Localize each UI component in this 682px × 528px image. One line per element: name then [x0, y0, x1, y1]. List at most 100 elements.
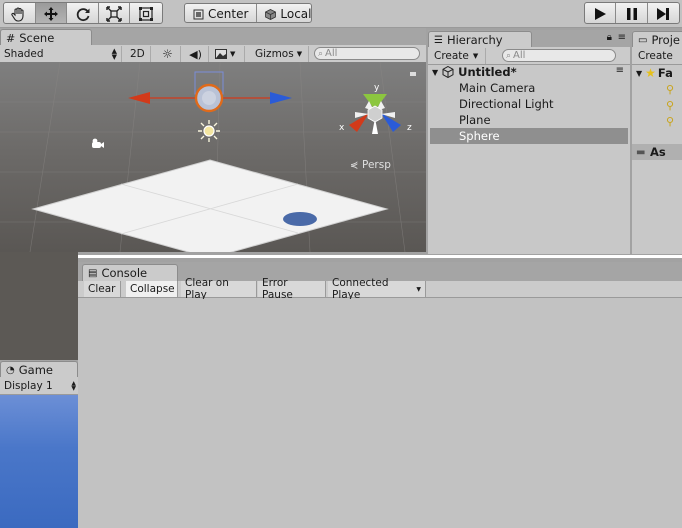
- search-icon: ⌕: [318, 48, 324, 59]
- scene-viewport[interactable]: y x z ⋞ Persp: [0, 62, 426, 252]
- sun-icon: ☼: [162, 47, 173, 61]
- hierarchy-item-plane[interactable]: Plane: [430, 112, 628, 128]
- project-tabbar: ▭ Proje: [632, 30, 682, 48]
- tab-hierarchy[interactable]: ☰ Hierarchy: [428, 31, 532, 48]
- playback-controls: [584, 2, 680, 24]
- project-create-dropdown[interactable]: Create: [634, 48, 682, 64]
- speaker-icon: ◀): [189, 47, 202, 61]
- hierarchy-item-sphere[interactable]: Sphere: [430, 128, 628, 144]
- console-collapse-toggle[interactable]: Collapse: [126, 281, 178, 297]
- hierarchy-item-main-camera[interactable]: Main Camera: [430, 80, 628, 96]
- scene-audio-toggle[interactable]: ◀): [183, 46, 209, 62]
- project-create-label: Create: [638, 50, 673, 62]
- scene-tabbar: # Scene: [0, 28, 426, 46]
- hierarchy-search-input[interactable]: ⌕ All: [502, 49, 616, 62]
- project-tab-label: Proje: [651, 33, 680, 47]
- rect-transform-icon: [139, 7, 154, 21]
- scene-lighting-toggle[interactable]: ☼: [155, 46, 181, 62]
- hierarchy-search-placeholder: All: [513, 50, 526, 61]
- shading-mode-dropdown[interactable]: Shaded ▲ ▼: [0, 46, 122, 62]
- tab-console[interactable]: ▤ Console: [82, 264, 178, 281]
- hand-tool-button[interactable]: [4, 3, 36, 23]
- 2d-label: 2D: [130, 48, 145, 60]
- display-dropdown[interactable]: Display 1 ▲ ▼: [0, 378, 78, 394]
- assets-label: As: [650, 145, 666, 159]
- play-button[interactable]: [585, 3, 617, 23]
- hierarchy-item-directional-light[interactable]: Directional Light: [430, 96, 628, 112]
- hierarchy-tab-label: Hierarchy: [446, 33, 503, 47]
- pivot-space-label: Local: [280, 7, 312, 21]
- gizmos-label: Gizmos: [255, 48, 294, 60]
- rect-tool-button[interactable]: [130, 3, 162, 23]
- scale-tool-button[interactable]: [99, 3, 131, 23]
- hierarchy-panel: ☰ Hierarchy 🔒︎ ≡ Create ▼ ⌕ All ▼ Untitl…: [428, 30, 630, 254]
- panel-menu-icon[interactable]: ≡: [618, 32, 626, 43]
- saved-search-icon[interactable]: ⚲: [666, 98, 674, 114]
- console-clear-button[interactable]: Clear: [84, 281, 121, 297]
- grid-icon: #: [6, 31, 16, 45]
- console-clear-on-play-toggle[interactable]: Clear on Play: [181, 277, 257, 301]
- cube-icon: [265, 8, 277, 20]
- folder-icon: ▬: [636, 146, 646, 158]
- scene-tab-label: Scene: [19, 31, 55, 45]
- console-log-area[interactable]: [78, 299, 682, 528]
- game-tabbar: ◔ Game: [0, 360, 78, 378]
- scene-effects-dropdown[interactable]: ▼: [211, 46, 245, 62]
- pivot-center-icon: [193, 9, 204, 19]
- plane-object[interactable]: [31, 159, 389, 252]
- sphere-shadow: [283, 212, 317, 226]
- console-connected-player-dropdown[interactable]: Connected Playe ▼: [328, 277, 426, 301]
- game-viewport[interactable]: [0, 395, 78, 528]
- game-tab-label: Game: [18, 363, 53, 377]
- console-icon: ▤: [88, 267, 98, 279]
- rotate-icon: [76, 8, 90, 22]
- tab-scene[interactable]: # Scene: [0, 29, 92, 46]
- console-error-pause-label: Error Pause: [262, 277, 293, 301]
- console-drop-indicator: [78, 255, 682, 258]
- scene-search-placeholder: All: [325, 48, 338, 59]
- orientation-gizmo[interactable]: y x z: [339, 83, 412, 134]
- console-tab-label: Console: [101, 266, 148, 280]
- tab-project[interactable]: ▭ Proje: [632, 31, 682, 48]
- scene-menu-icon[interactable]: ≡: [616, 65, 624, 76]
- scene-toolbar: Shaded ▲ ▼ 2D ☼ ◀) ▼ Gizmos ▼ ⌕ All: [0, 45, 426, 63]
- display-label: Display 1: [4, 380, 53, 392]
- z-axis-label: z: [407, 123, 412, 133]
- saved-search-icon[interactable]: ⚲: [666, 82, 674, 98]
- pivot-center-toggle[interactable]: Center: [185, 4, 258, 22]
- hierarchy-create-dropdown[interactable]: Create ▼: [430, 48, 486, 64]
- console-error-pause-toggle[interactable]: Error Pause: [258, 277, 326, 301]
- step-icon: [657, 8, 670, 20]
- gizmos-dropdown[interactable]: Gizmos ▼: [251, 46, 309, 62]
- dropdown-arrows-icon: ▲ ▼: [111, 47, 117, 61]
- move-tool-button[interactable]: [35, 3, 68, 23]
- scene-root-row[interactable]: ▼ Untitled* ≡: [430, 64, 628, 80]
- camera-gizmo[interactable]: [92, 138, 104, 148]
- folder-icon: ▭: [638, 34, 648, 46]
- x-axis-label: x: [339, 123, 345, 133]
- favorites-section[interactable]: ▼ ★ Fa: [636, 65, 682, 81]
- step-button[interactable]: [648, 3, 679, 23]
- scene-menu-icon[interactable]: [410, 72, 416, 76]
- persp-label-group[interactable]: ⋞ Persp: [350, 159, 391, 171]
- list-icon: ☰: [434, 34, 443, 46]
- scene-name: Untitled*: [458, 65, 517, 79]
- scene-search-input[interactable]: ⌕ All: [314, 47, 420, 60]
- game-panel: ◔ Game Display 1 ▲ ▼: [0, 360, 78, 528]
- assets-folder-row[interactable]: ▬ As: [632, 144, 682, 160]
- star-icon: ★: [645, 66, 656, 80]
- pivot-space-toggle[interactable]: Local: [257, 4, 312, 22]
- rotate-tool-button[interactable]: [67, 3, 99, 23]
- tab-game[interactable]: ◔ Game: [0, 361, 78, 378]
- lock-icon[interactable]: 🔒︎: [607, 32, 612, 43]
- pacman-icon: ◔: [6, 364, 15, 376]
- console-clear-on-play-label: Clear on Play: [185, 277, 229, 301]
- chevron-down-icon: ▼: [230, 50, 236, 58]
- directional-light-gizmo[interactable]: [198, 120, 220, 142]
- shading-mode-label: Shaded: [4, 48, 44, 60]
- console-collapse-label: Collapse: [130, 283, 175, 295]
- saved-search-icon[interactable]: ⚲: [666, 114, 674, 130]
- 2d-toggle[interactable]: 2D: [126, 46, 151, 62]
- console-panel: ▤ Console Clear Collapse Clear on Play E…: [78, 262, 682, 528]
- pause-button[interactable]: [616, 3, 648, 23]
